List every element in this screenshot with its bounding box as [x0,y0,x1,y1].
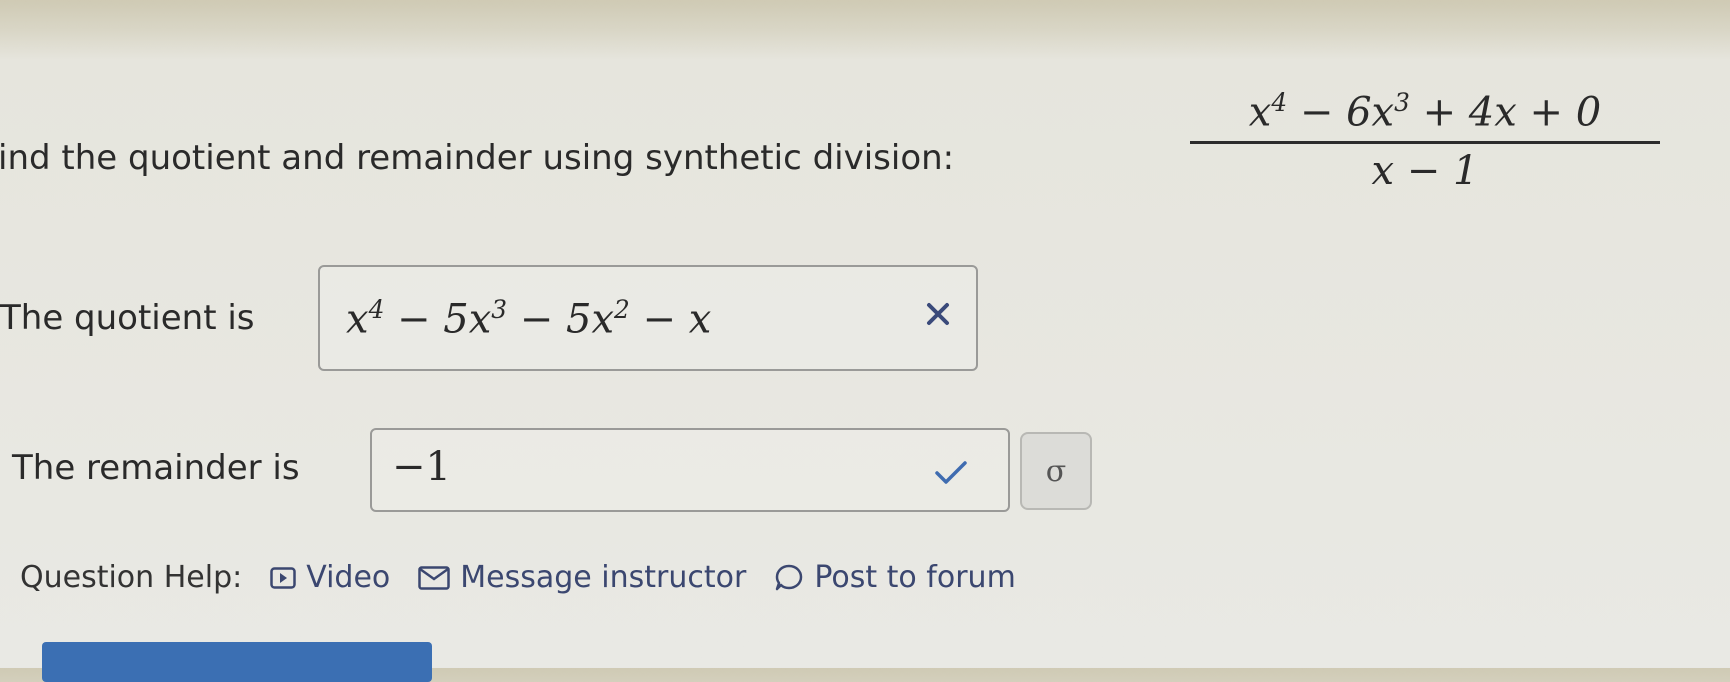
message-instructor-link[interactable]: Message instructor [418,560,746,595]
message-instructor-label: Message instructor [460,560,747,595]
quotient-label: The quotient is [0,298,255,338]
post-to-forum-link[interactable]: Post to forum [774,560,1016,595]
post-to-forum-label: Post to forum [814,560,1016,595]
denominator: x − 1 [1371,148,1479,195]
question-help-label: Question Help: [20,560,243,595]
sigma-button[interactable]: σ [1020,432,1092,510]
remainder-value: −1 [392,444,451,490]
video-icon [270,566,296,589]
division-expression: x4 − 6x3 + 4x + 0 x − 1 [1190,88,1660,194]
quotient-value: x4 − 5x3 − 5x2 − x [346,295,712,343]
incorrect-x-icon [925,301,951,331]
question-prompt: ind the quotient and remainder using syn… [0,138,955,178]
question-help-bar: Question Help: Video Message instructor … [20,560,1044,595]
quotient-input[interactable]: x4 − 5x3 − 5x2 − x [318,265,978,371]
sigma-icon: σ [1045,453,1067,489]
envelope-icon [418,565,451,590]
submit-question-button[interactable] [42,642,432,682]
speech-bubble-icon [776,564,803,590]
correct-check-icon [934,460,968,490]
video-link[interactable]: Video [270,560,390,595]
numerator: x4 − 6x3 + 4x + 0 [1248,88,1602,136]
video-label: Video [306,560,391,595]
remainder-input[interactable]: −1 [370,428,1010,512]
remainder-label: The remainder is [12,448,300,488]
